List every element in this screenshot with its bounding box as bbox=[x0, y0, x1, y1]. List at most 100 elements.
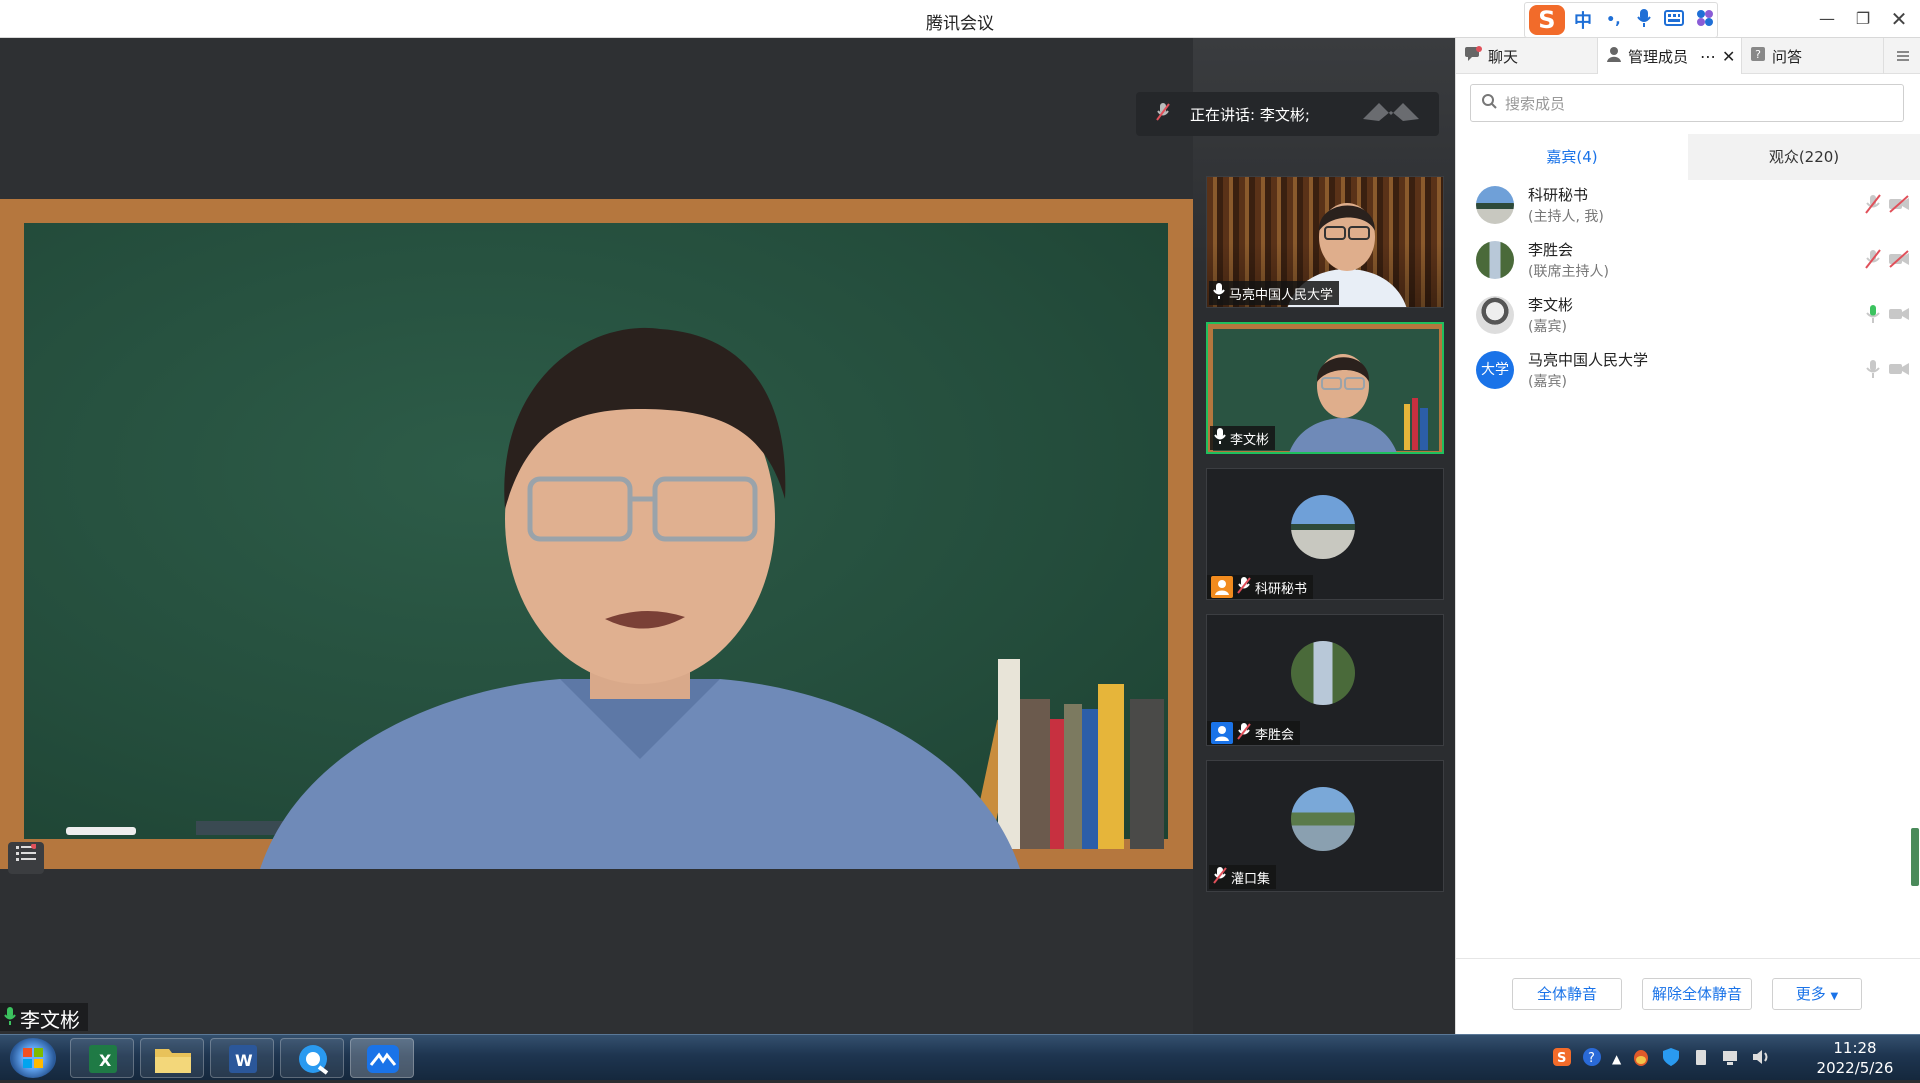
avatar bbox=[1476, 186, 1514, 224]
qa-icon: ? bbox=[1750, 46, 1766, 66]
tencent-meeting-logo-icon bbox=[1361, 101, 1421, 127]
svg-text:?: ? bbox=[1755, 48, 1761, 61]
ime-toolbar[interactable]: S 中 •, bbox=[1524, 2, 1718, 38]
network-tray-icon[interactable] bbox=[1721, 1047, 1741, 1071]
mic-on-icon[interactable] bbox=[1862, 303, 1884, 325]
chevron-up-icon[interactable]: ▲ bbox=[1612, 1052, 1621, 1066]
thumbnail-label: 李文彬 bbox=[1210, 426, 1276, 450]
search-icon bbox=[1481, 93, 1497, 113]
qq-tray-icon[interactable] bbox=[1631, 1047, 1651, 1071]
svg-text:?: ? bbox=[1588, 1051, 1595, 1066]
mic-muted-icon[interactable] bbox=[1862, 193, 1884, 215]
member-list-toggle-button[interactable] bbox=[8, 842, 44, 874]
word-taskbar-icon[interactable]: W bbox=[210, 1038, 274, 1078]
tab-manage-members[interactable]: 管理成员 ⋯ ✕ bbox=[1598, 38, 1742, 74]
ime-voice-icon[interactable] bbox=[1632, 8, 1656, 33]
camera-off-icon[interactable] bbox=[1888, 248, 1910, 270]
taskbar: X W S ? ▲ 11:28 2022/5/26 bbox=[0, 1034, 1920, 1080]
side-panel: 聊天 管理成员 ⋯ ✕ ? 问答 搜索成员 嘉宾(4) 观众(220) 科研秘书… bbox=[1455, 38, 1920, 1034]
search-placeholder: 搜索成员 bbox=[1505, 94, 1566, 113]
mic-on-icon bbox=[1213, 282, 1225, 304]
thumbnail-name: 李胜会 bbox=[1255, 727, 1295, 743]
avatar bbox=[1291, 641, 1355, 705]
camera-icon[interactable] bbox=[1888, 303, 1910, 325]
subtab-guests[interactable]: 嘉宾(4) bbox=[1456, 134, 1688, 180]
side-handle[interactable] bbox=[1911, 828, 1919, 886]
close-window-button[interactable]: ✕ bbox=[1886, 8, 1912, 30]
svg-text:S: S bbox=[1557, 1051, 1566, 1066]
tencent-meeting-taskbar-icon[interactable] bbox=[350, 1038, 414, 1078]
thumbnail-name: 李文彬 bbox=[1230, 432, 1270, 448]
member-role: (主持人, 我) bbox=[1528, 209, 1604, 225]
tab-qa[interactable]: ? 问答 bbox=[1742, 38, 1884, 74]
ime-toolbox-icon[interactable] bbox=[1693, 8, 1717, 33]
restore-button[interactable]: ❐ bbox=[1850, 8, 1876, 30]
member-name: 马亮中国人民大学 bbox=[1528, 351, 1649, 369]
help-tray-icon[interactable]: ? bbox=[1582, 1047, 1602, 1071]
avatar: 大学 bbox=[1476, 351, 1514, 389]
member-row[interactable]: 大学 马亮中国人民大学 (嘉宾) bbox=[1476, 345, 1909, 395]
divider bbox=[1456, 958, 1920, 959]
mic-muted-icon bbox=[1237, 722, 1251, 744]
member-name: 李文彬 bbox=[1528, 296, 1574, 314]
unmute-all-button[interactable]: 解除全体静音 bbox=[1642, 978, 1752, 1010]
mic-on-icon bbox=[4, 1006, 16, 1031]
chat-icon bbox=[1464, 46, 1482, 66]
host-badge-icon bbox=[1211, 576, 1233, 598]
volume-tray-icon[interactable] bbox=[1751, 1047, 1771, 1071]
excel-taskbar-icon[interactable]: X bbox=[70, 1038, 134, 1078]
sogou-logo-icon[interactable]: S bbox=[1529, 5, 1565, 35]
chalk-piece bbox=[66, 827, 136, 835]
svg-text:X: X bbox=[99, 1051, 112, 1070]
thumbnail-video-active[interactable]: 李文彬 bbox=[1206, 322, 1444, 454]
more-button[interactable]: 更多 ▼ bbox=[1772, 978, 1862, 1010]
mic-muted-icon[interactable] bbox=[1862, 248, 1884, 270]
members-icon bbox=[1606, 46, 1622, 66]
member-subtabs: 嘉宾(4) 观众(220) bbox=[1456, 134, 1920, 180]
more-options-icon[interactable]: ⋯ bbox=[1700, 47, 1716, 66]
security-tray-icon[interactable] bbox=[1661, 1047, 1681, 1071]
clock-date[interactable]: 2022/5/26 bbox=[1810, 1059, 1900, 1077]
mic-muted-icon bbox=[1213, 866, 1227, 888]
ime-punctuation[interactable]: •, bbox=[1601, 12, 1625, 28]
panel-tabs: 聊天 管理成员 ⋯ ✕ ? 问答 bbox=[1456, 38, 1920, 74]
clock-time[interactable]: 11:28 bbox=[1810, 1039, 1900, 1057]
sogou-tray-icon[interactable]: S bbox=[1552, 1047, 1572, 1071]
mic-icon[interactable] bbox=[1862, 358, 1884, 380]
system-tray: S ? ▲ bbox=[1552, 1047, 1771, 1071]
explorer-taskbar-icon[interactable] bbox=[140, 1038, 204, 1078]
mic-muted-icon bbox=[1136, 102, 1190, 126]
thumbnail-avatar[interactable]: 李胜会 bbox=[1206, 614, 1444, 746]
thumbnail-name: 马亮中国人民大学 bbox=[1229, 287, 1334, 303]
usb-tray-icon[interactable] bbox=[1691, 1047, 1711, 1071]
thumbnail-avatar[interactable]: 科研秘书 bbox=[1206, 468, 1444, 600]
close-tab-icon[interactable]: ✕ bbox=[1722, 47, 1735, 66]
tab-chat[interactable]: 聊天 bbox=[1456, 38, 1598, 74]
thumbnail-avatar[interactable]: 灌口集 bbox=[1206, 760, 1444, 892]
subtab-audience[interactable]: 观众(220) bbox=[1688, 134, 1920, 180]
cohost-badge-icon bbox=[1211, 722, 1233, 744]
qq-browser-taskbar-icon[interactable] bbox=[280, 1038, 344, 1078]
main-video[interactable] bbox=[0, 199, 1193, 869]
main-speaker-label: 李文彬 bbox=[0, 1003, 88, 1032]
ime-keyboard-icon[interactable] bbox=[1662, 9, 1686, 31]
talking-label: 正在讲话: 李文彬; bbox=[1190, 105, 1310, 124]
member-row[interactable]: 李文彬 (嘉宾) bbox=[1476, 290, 1909, 340]
minimize-button[interactable]: — bbox=[1814, 8, 1840, 30]
ime-language[interactable]: 中 bbox=[1571, 7, 1595, 33]
camera-icon[interactable] bbox=[1888, 358, 1910, 380]
svg-text:W: W bbox=[235, 1051, 253, 1070]
chevron-down-icon: ▼ bbox=[1830, 991, 1839, 1002]
member-role: (嘉宾) bbox=[1528, 319, 1567, 335]
thumbnail-person bbox=[1289, 354, 1397, 452]
thumbnail-label: 科研秘书 bbox=[1207, 575, 1314, 599]
mute-all-button[interactable]: 全体静音 bbox=[1512, 978, 1622, 1010]
member-row[interactable]: 李胜会 (联席主持人) bbox=[1476, 235, 1909, 285]
member-search-input[interactable]: 搜索成员 bbox=[1470, 84, 1904, 122]
camera-off-icon[interactable] bbox=[1888, 193, 1910, 215]
start-button-icon[interactable] bbox=[10, 1038, 56, 1078]
thumbnail-video[interactable]: 马亮中国人民大学 bbox=[1206, 176, 1444, 308]
panel-menu-icon[interactable] bbox=[1884, 38, 1920, 74]
member-row[interactable]: 科研秘书 (主持人, 我) bbox=[1476, 180, 1909, 230]
mic-muted-icon bbox=[1237, 576, 1251, 598]
